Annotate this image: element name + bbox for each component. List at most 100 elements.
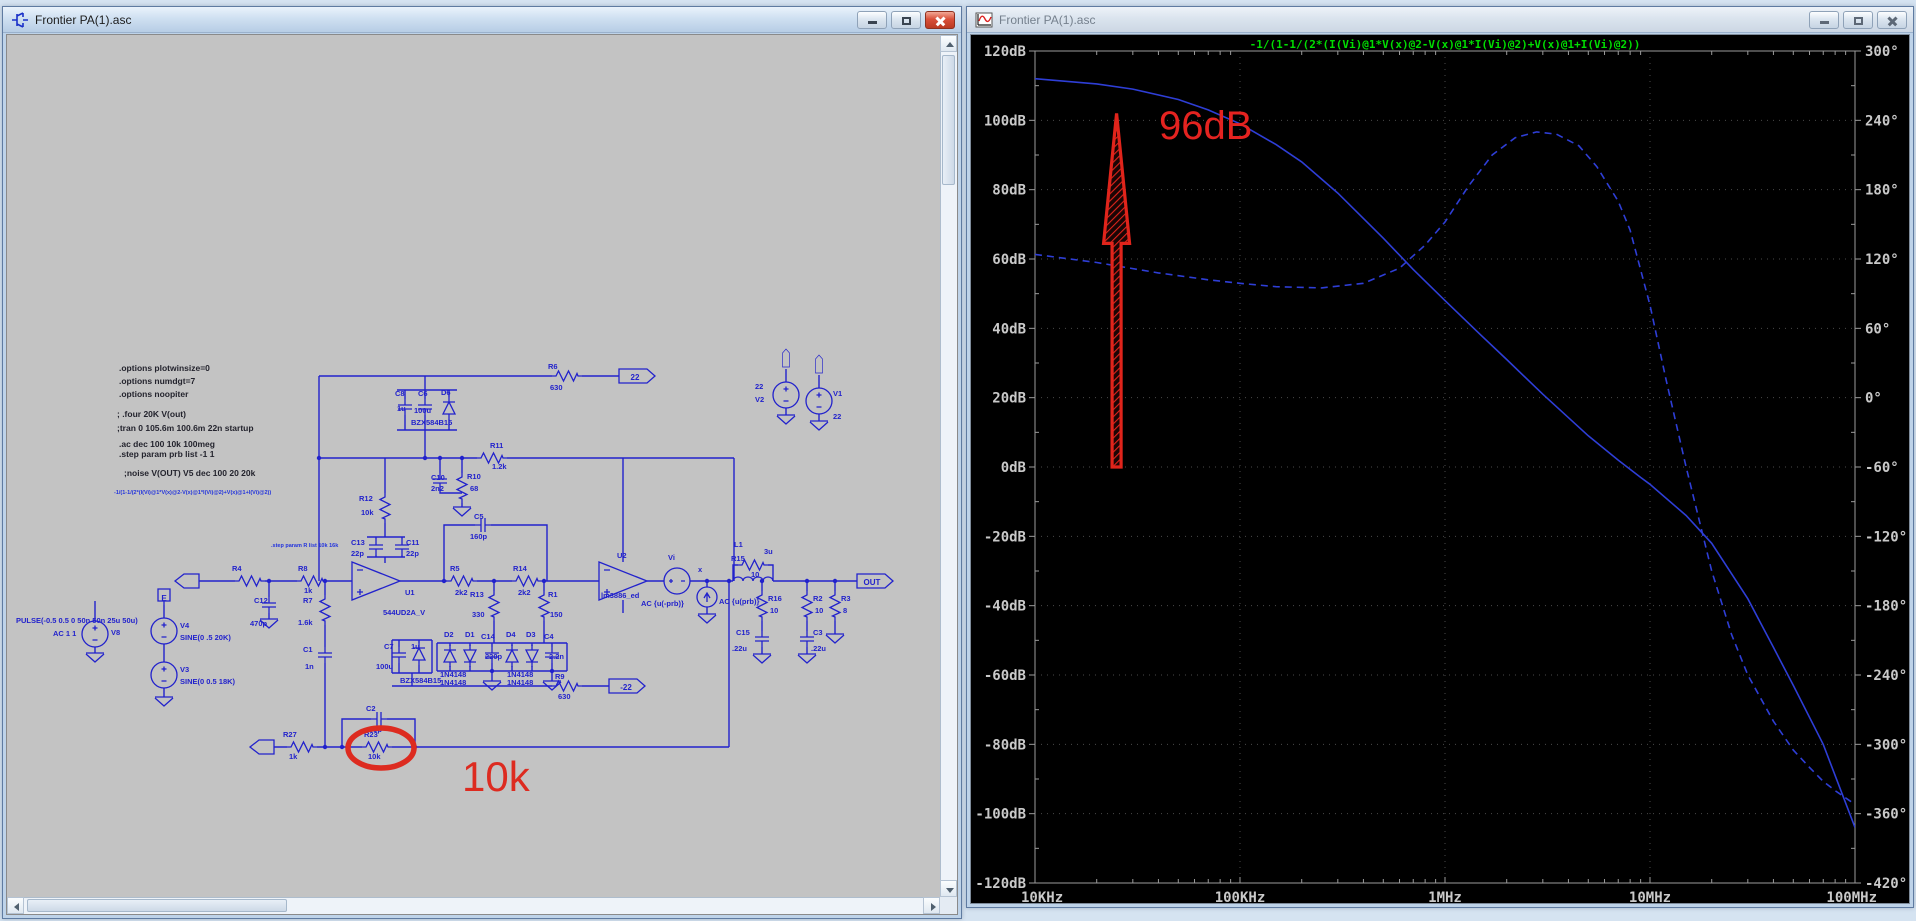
horizontal-scroll-thumb[interactable] (27, 899, 287, 912)
schematic-label: 10k (462, 753, 531, 800)
x-tick-label: 10MHz (1629, 890, 1671, 906)
restore-icon (902, 16, 911, 25)
minimize-icon (868, 20, 877, 24)
schematic-label: 160p (470, 532, 488, 541)
schematic-label: 150 (550, 610, 563, 619)
schematic-label: C6 (418, 389, 428, 398)
y-left-tick-label: -40dB (984, 599, 1026, 615)
schematic-label: 2n2 (431, 484, 444, 493)
y-left-tick-label: -100dB (975, 807, 1026, 823)
arrow-down-icon (946, 888, 954, 893)
schematic-drawing[interactable]: .options plotwinsize=0 .options numdgt=7.… (7, 35, 942, 900)
bode-plot[interactable]: -1/(1-1/(2*(I(Vi)@1*V(x)@2-V(x)@1*I(Vi)@… (971, 35, 1911, 906)
schematic-label: V1 (833, 389, 842, 398)
schematic-label: R11 (490, 441, 503, 450)
schematic-label: 220p (485, 652, 503, 661)
schematic-label: 68 (470, 484, 478, 493)
schematic-label: V4 (180, 621, 190, 630)
schematic-label: C4 (544, 632, 554, 641)
close-button[interactable] (1877, 10, 1907, 29)
vertical-scroll-thumb[interactable] (942, 55, 955, 185)
schematic-label: 22p (406, 549, 419, 558)
schematic-label: R16 (768, 594, 782, 603)
vertical-scrollbar[interactable] (940, 35, 957, 897)
scrollbar-corner (940, 897, 957, 914)
schematic-label: .options numdgt=7 (119, 376, 196, 386)
close-button[interactable] (925, 10, 955, 29)
schematic-label: 1u (411, 642, 420, 651)
schematic-label: .step param R list 10k 16k (271, 543, 339, 549)
schematic-titlebar[interactable]: Frontier PA(1).asc (3, 7, 961, 33)
schematic-label: R13 (470, 590, 484, 599)
schematic-label: OUT (864, 578, 881, 587)
schematic-label: 470p (250, 619, 268, 628)
scroll-up-button[interactable] (940, 35, 957, 52)
schematic-label: 22p (351, 549, 364, 558)
scroll-down-button[interactable] (940, 880, 957, 897)
y-right-tick-label: -120° (1865, 529, 1907, 545)
schematic-label: D3 (526, 630, 536, 639)
schematic-label: R14 (513, 564, 528, 573)
schematic-label: 10k (368, 752, 381, 761)
schematic-label: .ac dec 100 10k 100meg (119, 439, 215, 449)
waveform-titlebar[interactable]: Frontier PA(1).asc (967, 7, 1913, 33)
schematic-label: 10 (751, 570, 759, 579)
scroll-left-button[interactable] (7, 897, 24, 914)
scroll-right-button[interactable] (923, 897, 940, 914)
schematic-label: R4 (232, 564, 242, 573)
y-left-tick-label: 40dB (992, 321, 1026, 337)
schematic-label: AC {u(-prb)} (641, 599, 684, 608)
y-right-tick-label: -300° (1865, 737, 1907, 753)
schematic-label: .22u (811, 644, 826, 653)
x-tick-label: 100MHz (1826, 890, 1877, 906)
arrow-up-icon (946, 42, 954, 47)
schematic-label: SINE(0 0.5 18K) (180, 677, 236, 686)
schematic-label: ;tran 0 105.6m 100.6m 22n startup (117, 423, 254, 433)
plot-title-expression[interactable]: -1/(1-1/(2*(I(Vi)@1*V(x)@2-V(x)@1*I(Vi)@… (1250, 38, 1641, 51)
schematic-label: C14 (481, 632, 496, 641)
restore-button[interactable] (1843, 10, 1873, 29)
schematic-label: C7 (384, 642, 394, 651)
schematic-label: C13 (351, 538, 365, 547)
schematic-label: R1 (548, 590, 558, 599)
schematic-label: R8 (298, 564, 308, 573)
schematic-label: C11 (406, 538, 419, 547)
minimize-icon (1820, 20, 1829, 24)
schematic-label: .step param prb list -1 1 (119, 449, 215, 459)
schematic-label: 630 (550, 383, 563, 392)
schematic-label: .options plotwinsize=0 (119, 363, 210, 373)
schematic-label: AC {u(prb)} (719, 597, 759, 606)
horizontal-scrollbar[interactable] (7, 897, 940, 914)
minimize-button[interactable] (1809, 10, 1839, 29)
plot-canvas[interactable]: -1/(1-1/(2*(I(Vi)@1*V(x)@2-V(x)@1*I(Vi)@… (970, 34, 1911, 906)
schematic-label: R3 (841, 594, 851, 603)
schematic-label: C10 (431, 473, 445, 482)
waveform-window: Frontier PA(1).asc -1/(1-1/(2*(I(Vi)@1*V… (966, 6, 1914, 908)
schematic-label: -1/(1-1/(2*(I(Vi)@1*V(x)@2-V(x)@1*I(Vi)@… (114, 490, 271, 496)
restore-button[interactable] (891, 10, 921, 29)
schematic-label: BZX584B15 (411, 418, 452, 427)
schematic-label: 1u (397, 404, 406, 413)
schematic-label: 1N4148 (440, 678, 466, 687)
schematic-label: BZX584B15 (400, 676, 441, 685)
schematic-label: .22u (732, 644, 747, 653)
schematic-label: lm3886_ed (601, 591, 640, 600)
schematic-label: R2 (813, 594, 823, 603)
minimize-button[interactable] (857, 10, 887, 29)
y-right-tick-label: 240° (1865, 113, 1899, 129)
schematic-label: 2k2 (455, 588, 468, 597)
y-left-tick-label: -60dB (984, 668, 1026, 684)
annotation-arrow (1101, 113, 1132, 469)
schematic-label: PULSE(-0.5 0.5 0 50n 50n 25u 50u) (16, 616, 138, 625)
schematic-label: V2 (755, 395, 764, 404)
schematic-canvas[interactable]: .options plotwinsize=0 .options numdgt=7.… (6, 34, 958, 915)
y-left-tick-label: 100dB (984, 113, 1026, 129)
schematic-label: 2.2n (549, 652, 564, 661)
schematic-label: L1 (734, 540, 743, 549)
schematic-label: 544UD2A_V (383, 608, 425, 617)
y-left-tick-label: 0dB (1001, 460, 1026, 476)
y-right-tick-label: 120° (1865, 252, 1899, 268)
curve-phase (1035, 131, 1855, 806)
schematic-label: 1N4148 (507, 678, 533, 687)
arrow-right-icon (931, 903, 936, 911)
